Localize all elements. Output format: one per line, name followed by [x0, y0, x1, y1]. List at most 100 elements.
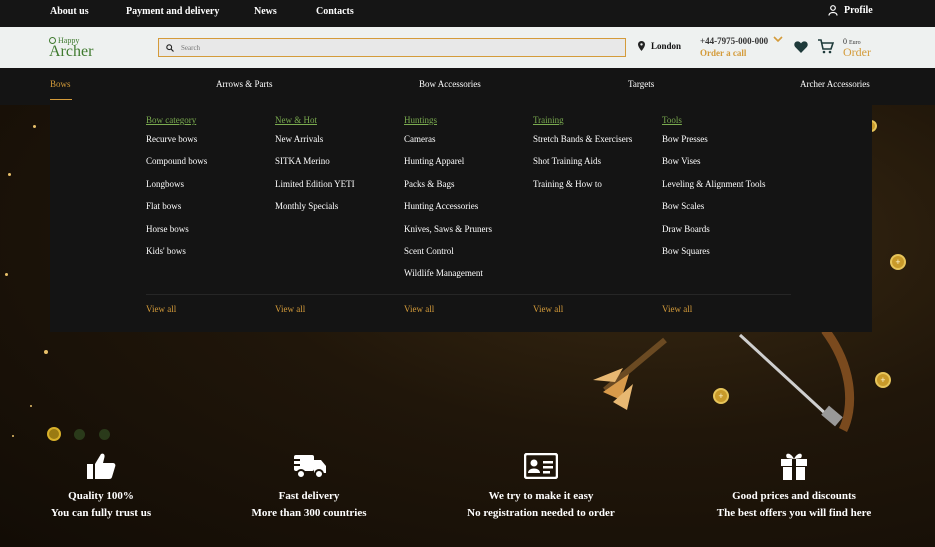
- sparkle: [5, 273, 8, 276]
- menu-link[interactable]: Shot Training Aids: [533, 156, 632, 178]
- menu-link[interactable]: Compound bows: [146, 156, 207, 178]
- menu-column-huntings: Huntings Cameras Hunting Apparel Packs &…: [404, 115, 492, 291]
- menu-column-training: Training Stretch Bands & Exercisers Shot…: [533, 115, 632, 201]
- view-all-link[interactable]: View all: [533, 304, 563, 314]
- nav-item-archer-accessories[interactable]: Archer Accessories: [800, 79, 870, 89]
- slider-dot[interactable]: [99, 429, 110, 440]
- bow-illustration: [738, 330, 855, 433]
- menu-link[interactable]: Scent Control: [404, 246, 492, 268]
- contacts-link[interactable]: Contacts: [316, 6, 354, 17]
- menu-link[interactable]: Kids' bows: [146, 246, 207, 268]
- main-nav: Bows Arrows & Parts Bow Accessories Targ…: [0, 68, 935, 105]
- menu-link[interactable]: Bow Presses: [662, 134, 765, 156]
- menu-column-title[interactable]: Training: [533, 115, 632, 125]
- menu-link[interactable]: Draw Boards: [662, 224, 765, 246]
- menu-link[interactable]: Bow Scales: [662, 201, 765, 223]
- menu-column-bow-category: Bow category Recurve bows Compound bows …: [146, 115, 207, 268]
- map-pin-icon: [638, 41, 645, 51]
- menu-link[interactable]: Hunting Apparel: [404, 156, 492, 178]
- slider-dot[interactable]: [47, 427, 61, 441]
- menu-column-title[interactable]: Huntings: [404, 115, 492, 125]
- sparkle: [8, 173, 11, 176]
- active-nav-underline: [50, 99, 72, 100]
- profile-button[interactable]: Profile: [828, 5, 873, 16]
- location-selector[interactable]: London: [638, 41, 681, 51]
- profile-label: Profile: [844, 5, 873, 16]
- view-all-link[interactable]: View all: [404, 304, 434, 314]
- view-all-link[interactable]: View all: [146, 304, 176, 314]
- menu-link[interactable]: Limited Edition YETI: [275, 179, 355, 201]
- menu-link[interactable]: Horse bows: [146, 224, 207, 246]
- feature-subtitle: More than 300 countries: [251, 507, 367, 519]
- feature-prices: Good prices and discounts The best offer…: [684, 450, 904, 519]
- menu-link[interactable]: Hunting Accessories: [404, 201, 492, 223]
- phone-number[interactable]: +44-7975-000-000: [700, 36, 768, 46]
- order-call-link[interactable]: Order a call: [700, 48, 768, 58]
- nav-item-bows[interactable]: Bows: [50, 79, 71, 89]
- menu-link[interactable]: SITKA Merino: [275, 156, 355, 178]
- menu-link[interactable]: New Arrivals: [275, 134, 355, 156]
- cart-order-label: Order: [843, 45, 871, 59]
- slider-dot[interactable]: [74, 429, 85, 440]
- top-bar: About us Payment and delivery News Conta…: [0, 0, 935, 27]
- menu-link[interactable]: Knives, Saws & Pruners: [404, 224, 492, 246]
- logo-big-text: Archer: [49, 43, 94, 60]
- menu-column-title[interactable]: New & Hot: [275, 115, 355, 125]
- sparkle: [12, 435, 14, 437]
- feature-easy: We try to make it easy No registration n…: [431, 450, 651, 519]
- heart-icon[interactable]: [794, 41, 808, 53]
- news-link[interactable]: News: [254, 6, 277, 17]
- menu-link[interactable]: Bow Vises: [662, 156, 765, 178]
- menu-column-title[interactable]: Tools: [662, 115, 765, 125]
- feature-quality: Quality 100% You can fully trust us: [0, 450, 211, 519]
- menu-link[interactable]: Training & How to: [533, 179, 632, 201]
- phone-block: +44-7975-000-000 Order a call: [700, 36, 768, 58]
- menu-link[interactable]: Longbows: [146, 179, 207, 201]
- menu-link[interactable]: Monthly Specials: [275, 201, 355, 223]
- feature-subtitle: The best offers you will find here: [716, 507, 872, 519]
- feature-title: Good prices and discounts: [732, 490, 856, 502]
- sparkle: [33, 125, 36, 128]
- location-label: London: [651, 41, 682, 51]
- search-icon[interactable]: [166, 43, 174, 52]
- about-us-link[interactable]: About us: [50, 6, 89, 17]
- search-bar[interactable]: [158, 38, 626, 57]
- sparkle: [30, 405, 32, 407]
- menu-divider: [146, 294, 791, 295]
- feature-title: Fast delivery: [278, 490, 340, 502]
- view-all-link[interactable]: View all: [662, 304, 692, 314]
- menu-link[interactable]: Cameras: [404, 134, 492, 156]
- sparkle: [44, 350, 48, 354]
- nav-item-bow-accessories[interactable]: Bow Accessories: [419, 79, 481, 89]
- arrow-illustration: [593, 337, 667, 410]
- menu-link[interactable]: Recurve bows: [146, 134, 207, 156]
- feature-subtitle: No registration needed to order: [467, 507, 615, 519]
- logo[interactable]: Happy Archer: [49, 36, 94, 60]
- menu-link[interactable]: Wildlife Management: [404, 268, 492, 290]
- nav-item-arrows-parts[interactable]: Arrows & Parts: [216, 79, 273, 89]
- menu-link[interactable]: Bow Squares: [662, 246, 765, 268]
- view-all-link[interactable]: View all: [275, 304, 305, 314]
- nav-item-targets[interactable]: Targets: [628, 79, 654, 89]
- mega-menu: Bow category Recurve bows Compound bows …: [50, 105, 872, 332]
- cart-icon[interactable]: [818, 39, 834, 54]
- payment-delivery-link[interactable]: Payment and delivery: [126, 6, 219, 17]
- search-input[interactable]: [181, 43, 601, 52]
- coin-icon: +: [875, 372, 891, 388]
- coin-icon: +: [713, 388, 729, 404]
- feature-title: Quality 100%: [68, 490, 134, 502]
- chevron-down-icon[interactable]: [773, 36, 783, 43]
- menu-link[interactable]: Stretch Bands & Exercisers: [533, 134, 632, 156]
- menu-link[interactable]: Flat bows: [146, 201, 207, 223]
- user-icon: [828, 5, 838, 16]
- thumbs-up-icon: [87, 453, 116, 479]
- id-card-icon: [524, 453, 558, 479]
- menu-link[interactable]: Leveling & Alignment Tools: [662, 179, 765, 201]
- coin-icon: +: [890, 254, 906, 270]
- menu-column-title[interactable]: Bow category: [146, 115, 207, 125]
- delivery-truck-icon: [291, 455, 326, 479]
- cart-summary[interactable]: 0 Euro Order: [843, 37, 871, 58]
- menu-column-tools: Tools Bow Presses Bow Vises Leveling & A…: [662, 115, 765, 268]
- menu-link[interactable]: Packs & Bags: [404, 179, 492, 201]
- menu-column-new-hot: New & Hot New Arrivals SITKA Merino Limi…: [275, 115, 355, 224]
